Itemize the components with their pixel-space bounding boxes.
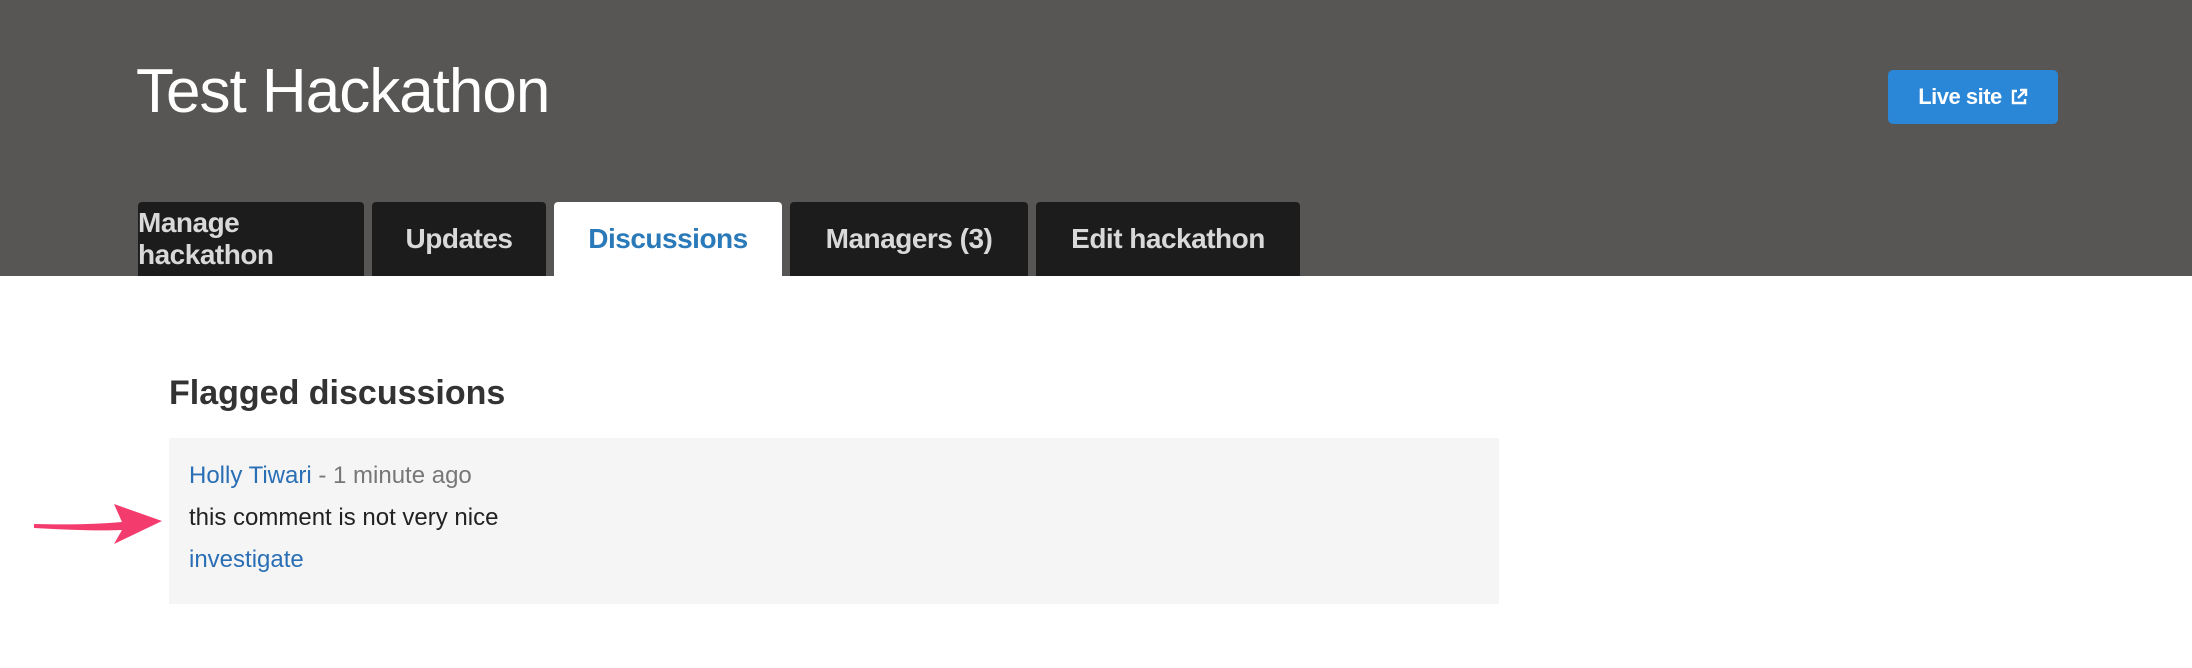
- live-site-label: Live site: [1918, 84, 2002, 109]
- tab-updates[interactable]: Updates: [372, 202, 546, 276]
- hackathon-tabs: Manage hackathon Updates Discussions Man…: [138, 202, 1300, 276]
- tab-discussions[interactable]: Discussions: [554, 202, 782, 276]
- page-header: Test Hackathon Live site Manage hackatho…: [0, 0, 2192, 276]
- flagged-discussion-item: Holly Tiwari - 1 minute ago this comment…: [169, 438, 1499, 604]
- comment-meta: Holly Tiwari - 1 minute ago: [189, 460, 1479, 492]
- external-link-icon: [2011, 88, 2027, 105]
- meta-separator: -: [311, 462, 334, 489]
- investigate-link[interactable]: investigate: [189, 544, 304, 576]
- page-title: Test Hackathon: [136, 57, 550, 126]
- live-site-button[interactable]: Live site: [1888, 70, 2058, 124]
- tab-managers[interactable]: Managers (3): [790, 202, 1028, 276]
- tab-manage-hackathon[interactable]: Manage hackathon: [138, 202, 364, 276]
- flagged-discussions-heading: Flagged discussions: [169, 374, 506, 412]
- comment-author-link[interactable]: Holly Tiwari: [189, 462, 312, 489]
- tab-edit-hackathon[interactable]: Edit hackathon: [1036, 202, 1300, 276]
- arrow-pointer-icon: [34, 504, 162, 544]
- comment-time: 1 minute ago: [333, 462, 472, 489]
- comment-text: this comment is not very nice: [189, 504, 499, 531]
